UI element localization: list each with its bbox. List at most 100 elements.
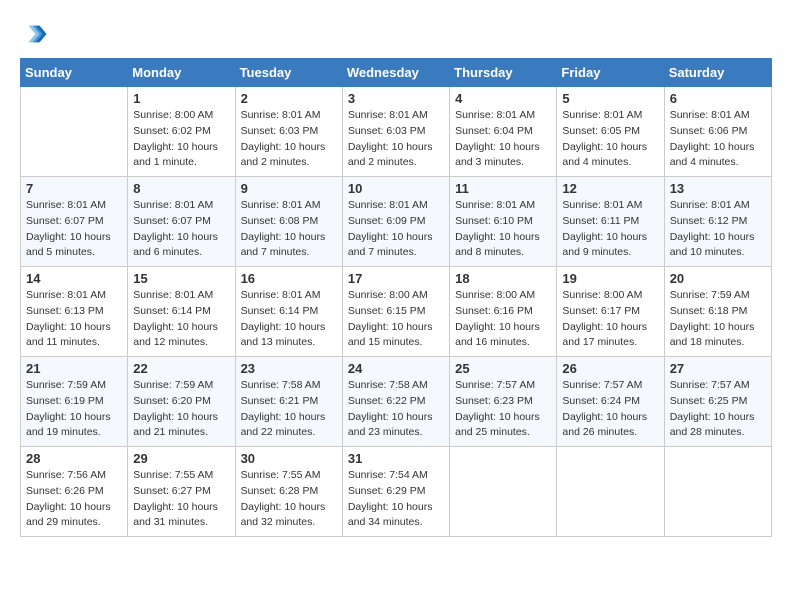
calendar-cell: 7 Sunrise: 8:01 AM Sunset: 6:07 PM Daylig…	[21, 177, 128, 267]
column-header-thursday: Thursday	[450, 59, 557, 87]
day-info: Sunrise: 7:57 AM Sunset: 6:25 PM Dayligh…	[670, 378, 766, 441]
logo	[20, 20, 52, 48]
day-number: 2	[241, 91, 337, 106]
day-number: 21	[26, 361, 122, 376]
calendar-cell: 28 Sunrise: 7:56 AM Sunset: 6:26 PM Dayli…	[21, 447, 128, 537]
calendar-cell: 23 Sunrise: 7:58 AM Sunset: 6:21 PM Dayli…	[235, 357, 342, 447]
day-number: 24	[348, 361, 444, 376]
day-info: Sunrise: 7:55 AM Sunset: 6:28 PM Dayligh…	[241, 468, 337, 531]
day-number: 19	[562, 271, 658, 286]
day-info: Sunrise: 7:57 AM Sunset: 6:24 PM Dayligh…	[562, 378, 658, 441]
header-row: SundayMondayTuesdayWednesdayThursdayFrid…	[21, 59, 772, 87]
day-number: 30	[241, 451, 337, 466]
day-number: 8	[133, 181, 229, 196]
day-info: Sunrise: 7:56 AM Sunset: 6:26 PM Dayligh…	[26, 468, 122, 531]
day-number: 3	[348, 91, 444, 106]
day-number: 15	[133, 271, 229, 286]
calendar-cell	[664, 447, 771, 537]
day-info: Sunrise: 8:01 AM Sunset: 6:03 PM Dayligh…	[348, 108, 444, 171]
day-number: 17	[348, 271, 444, 286]
calendar-week-3: 14 Sunrise: 8:01 AM Sunset: 6:13 PM Dayli…	[21, 267, 772, 357]
calendar-cell: 14 Sunrise: 8:01 AM Sunset: 6:13 PM Dayli…	[21, 267, 128, 357]
day-number: 6	[670, 91, 766, 106]
day-info: Sunrise: 8:01 AM Sunset: 6:05 PM Dayligh…	[562, 108, 658, 171]
day-info: Sunrise: 8:01 AM Sunset: 6:13 PM Dayligh…	[26, 288, 122, 351]
day-number: 1	[133, 91, 229, 106]
day-number: 12	[562, 181, 658, 196]
logo-icon	[20, 20, 48, 48]
day-info: Sunrise: 7:57 AM Sunset: 6:23 PM Dayligh…	[455, 378, 551, 441]
calendar-cell: 11 Sunrise: 8:01 AM Sunset: 6:10 PM Dayli…	[450, 177, 557, 267]
day-number: 22	[133, 361, 229, 376]
day-info: Sunrise: 8:01 AM Sunset: 6:09 PM Dayligh…	[348, 198, 444, 261]
calendar-cell: 21 Sunrise: 7:59 AM Sunset: 6:19 PM Dayli…	[21, 357, 128, 447]
calendar-cell	[21, 87, 128, 177]
calendar-cell: 8 Sunrise: 8:01 AM Sunset: 6:07 PM Daylig…	[128, 177, 235, 267]
day-info: Sunrise: 8:01 AM Sunset: 6:14 PM Dayligh…	[241, 288, 337, 351]
column-header-monday: Monday	[128, 59, 235, 87]
calendar-cell: 17 Sunrise: 8:00 AM Sunset: 6:15 PM Dayli…	[342, 267, 449, 357]
calendar-cell: 19 Sunrise: 8:00 AM Sunset: 6:17 PM Dayli…	[557, 267, 664, 357]
column-header-saturday: Saturday	[664, 59, 771, 87]
day-info: Sunrise: 8:00 AM Sunset: 6:15 PM Dayligh…	[348, 288, 444, 351]
calendar-cell: 12 Sunrise: 8:01 AM Sunset: 6:11 PM Dayli…	[557, 177, 664, 267]
day-number: 13	[670, 181, 766, 196]
day-info: Sunrise: 8:01 AM Sunset: 6:07 PM Dayligh…	[26, 198, 122, 261]
calendar-cell: 24Sunrise: 7:58 AM Sunset: 6:22 PM Dayli…	[342, 357, 449, 447]
calendar-cell: 13 Sunrise: 8:01 AM Sunset: 6:12 PM Dayli…	[664, 177, 771, 267]
column-header-tuesday: Tuesday	[235, 59, 342, 87]
day-info: Sunrise: 7:55 AM Sunset: 6:27 PM Dayligh…	[133, 468, 229, 531]
day-info: Sunrise: 8:01 AM Sunset: 6:14 PM Dayligh…	[133, 288, 229, 351]
calendar-cell: 15 Sunrise: 8:01 AM Sunset: 6:14 PM Dayli…	[128, 267, 235, 357]
day-info: Sunrise: 8:01 AM Sunset: 6:07 PM Dayligh…	[133, 198, 229, 261]
day-info: Sunrise: 8:00 AM Sunset: 6:16 PM Dayligh…	[455, 288, 551, 351]
day-number: 26	[562, 361, 658, 376]
calendar-cell: 18 Sunrise: 8:00 AM Sunset: 6:16 PM Dayli…	[450, 267, 557, 357]
calendar-cell: 22 Sunrise: 7:59 AM Sunset: 6:20 PM Dayli…	[128, 357, 235, 447]
calendar-cell: 16 Sunrise: 8:01 AM Sunset: 6:14 PM Dayli…	[235, 267, 342, 357]
day-info: Sunrise: 8:01 AM Sunset: 6:06 PM Dayligh…	[670, 108, 766, 171]
calendar-cell	[450, 447, 557, 537]
day-info: Sunrise: 8:01 AM Sunset: 6:03 PM Dayligh…	[241, 108, 337, 171]
calendar-header: SundayMondayTuesdayWednesdayThursdayFrid…	[21, 59, 772, 87]
day-number: 27	[670, 361, 766, 376]
column-header-friday: Friday	[557, 59, 664, 87]
calendar-table: SundayMondayTuesdayWednesdayThursdayFrid…	[20, 58, 772, 537]
day-number: 31	[348, 451, 444, 466]
day-number: 20	[670, 271, 766, 286]
calendar-week-4: 21 Sunrise: 7:59 AM Sunset: 6:19 PM Dayli…	[21, 357, 772, 447]
day-info: Sunrise: 7:59 AM Sunset: 6:18 PM Dayligh…	[670, 288, 766, 351]
calendar-body: 1 Sunrise: 8:00 AM Sunset: 6:02 PM Daylig…	[21, 87, 772, 537]
day-info: Sunrise: 8:00 AM Sunset: 6:17 PM Dayligh…	[562, 288, 658, 351]
day-number: 7	[26, 181, 122, 196]
day-info: Sunrise: 8:01 AM Sunset: 6:11 PM Dayligh…	[562, 198, 658, 261]
calendar-cell: 20 Sunrise: 7:59 AM Sunset: 6:18 PM Dayli…	[664, 267, 771, 357]
day-number: 23	[241, 361, 337, 376]
calendar-cell: 3 Sunrise: 8:01 AM Sunset: 6:03 PM Daylig…	[342, 87, 449, 177]
calendar-week-5: 28 Sunrise: 7:56 AM Sunset: 6:26 PM Dayli…	[21, 447, 772, 537]
calendar-cell: 30 Sunrise: 7:55 AM Sunset: 6:28 PM Dayli…	[235, 447, 342, 537]
day-info: Sunrise: 7:59 AM Sunset: 6:20 PM Dayligh…	[133, 378, 229, 441]
day-info: Sunrise: 7:59 AM Sunset: 6:19 PM Dayligh…	[26, 378, 122, 441]
day-info: Sunrise: 7:58 AM Sunset: 6:21 PM Dayligh…	[241, 378, 337, 441]
day-info: Sunrise: 8:00 AM Sunset: 6:02 PM Dayligh…	[133, 108, 229, 171]
day-number: 4	[455, 91, 551, 106]
calendar-week-2: 7 Sunrise: 8:01 AM Sunset: 6:07 PM Daylig…	[21, 177, 772, 267]
calendar-week-1: 1 Sunrise: 8:00 AM Sunset: 6:02 PM Daylig…	[21, 87, 772, 177]
day-number: 14	[26, 271, 122, 286]
day-info: Sunrise: 8:01 AM Sunset: 6:10 PM Dayligh…	[455, 198, 551, 261]
day-info: Sunrise: 8:01 AM Sunset: 6:12 PM Dayligh…	[670, 198, 766, 261]
day-number: 11	[455, 181, 551, 196]
calendar-cell: 25Sunrise: 7:57 AM Sunset: 6:23 PM Dayli…	[450, 357, 557, 447]
column-header-wednesday: Wednesday	[342, 59, 449, 87]
column-header-sunday: Sunday	[21, 59, 128, 87]
day-number: 28	[26, 451, 122, 466]
calendar-cell: 9Sunrise: 8:01 AM Sunset: 6:08 PM Daylig…	[235, 177, 342, 267]
day-info: Sunrise: 7:54 AM Sunset: 6:29 PM Dayligh…	[348, 468, 444, 531]
day-info: Sunrise: 8:01 AM Sunset: 6:08 PM Dayligh…	[241, 198, 337, 261]
calendar-cell	[557, 447, 664, 537]
day-number: 16	[241, 271, 337, 286]
day-number: 10	[348, 181, 444, 196]
day-number: 5	[562, 91, 658, 106]
day-number: 18	[455, 271, 551, 286]
